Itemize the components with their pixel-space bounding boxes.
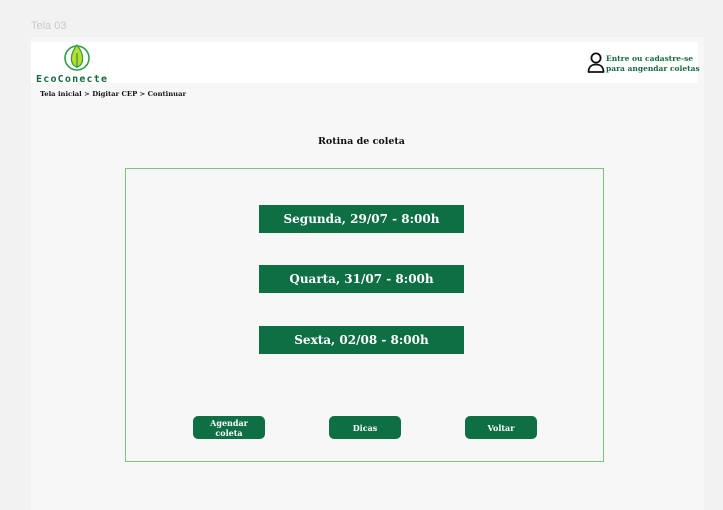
login-line-2: para angendar coletas [606, 64, 700, 73]
page-title: Rotina de coleta [318, 136, 405, 147]
login-line-1: Entre ou cadastre-se [606, 54, 694, 63]
tips-button[interactable]: Dicas [329, 416, 401, 439]
login-link[interactable]: Entre ou cadastre-se para angendar colet… [606, 54, 700, 74]
schedule-slot-button[interactable]: Quarta, 31/07 - 8:00h [259, 265, 464, 293]
back-button[interactable]: Voltar [465, 416, 537, 439]
leaf-logo-icon[interactable] [63, 42, 91, 72]
schedule-slot-button[interactable]: Segunda, 29/07 - 8:00h [259, 205, 464, 233]
breadcrumb: Tela inicial > Digitar CEP > Continuar [40, 90, 187, 98]
user-icon[interactable] [587, 52, 605, 73]
frame-label: Tela 03 [31, 20, 67, 32]
brand-name: EcoConecte [36, 74, 109, 85]
schedule-pickup-button[interactable]: Agendar coleta [193, 416, 265, 439]
schedule-slot-button[interactable]: Sexta, 02/08 - 8:00h [259, 326, 464, 354]
